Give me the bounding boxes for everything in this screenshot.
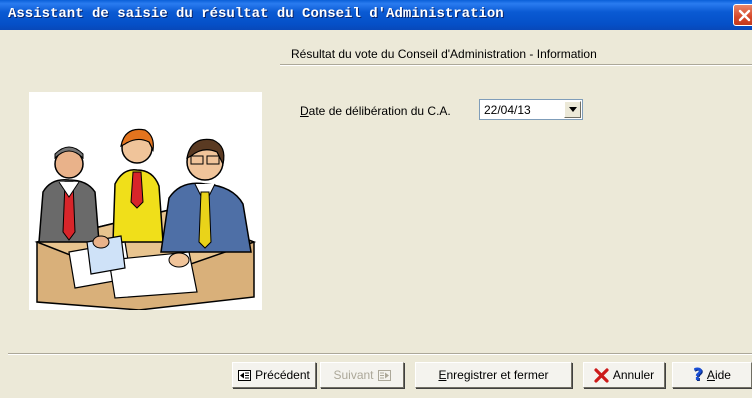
help-mnemonic: A bbox=[706, 368, 715, 382]
window-title: Assistant de saisie du résultat du Conse… bbox=[8, 6, 504, 22]
save-and-close-button[interactable]: Enregistrer et fermer bbox=[415, 362, 572, 388]
help-button[interactable]: ? Aide bbox=[672, 362, 752, 388]
section-divider bbox=[280, 64, 752, 66]
save-and-close-label: Enregistrer et fermer bbox=[438, 368, 548, 382]
next-button[interactable]: Suivant bbox=[320, 362, 404, 388]
previous-icon bbox=[238, 369, 252, 381]
title-bar[interactable]: Assistant de saisie du résultat du Conse… bbox=[0, 0, 752, 30]
section-title: Résultat du vote du Conseil d'Administra… bbox=[291, 47, 597, 61]
close-icon bbox=[738, 9, 751, 22]
date-label-text: ate de délibération du C.A. bbox=[308, 104, 451, 118]
help-label: Aide bbox=[707, 368, 731, 382]
help-label-text: ide bbox=[714, 368, 731, 382]
date-combobox[interactable]: 22/04/13 bbox=[479, 99, 583, 120]
previous-label: Précédent bbox=[255, 368, 310, 382]
close-button[interactable] bbox=[733, 4, 752, 26]
chevron-down-icon bbox=[569, 107, 577, 112]
cancel-label: Annuler bbox=[612, 368, 655, 382]
date-label-mnemonic: D bbox=[300, 104, 309, 118]
previous-button[interactable]: Précédent bbox=[232, 362, 316, 388]
date-label: Date de délibération du C.A. bbox=[300, 104, 451, 118]
cancel-x-icon bbox=[594, 367, 609, 383]
meeting-illustration bbox=[29, 92, 262, 311]
footer-divider bbox=[8, 353, 752, 355]
save-label-text: nregistrer et fermer bbox=[446, 368, 549, 382]
date-dropdown-button[interactable] bbox=[564, 101, 581, 118]
wizard-window: Assistant de saisie du résultat du Conse… bbox=[0, 0, 752, 398]
business-meeting-icon bbox=[34, 128, 257, 311]
help-question-icon: ? bbox=[693, 365, 703, 385]
next-icon bbox=[377, 369, 391, 381]
cancel-button[interactable]: Annuler bbox=[583, 362, 665, 388]
next-label: Suivant bbox=[333, 368, 374, 382]
date-value: 22/04/13 bbox=[484, 103, 531, 117]
